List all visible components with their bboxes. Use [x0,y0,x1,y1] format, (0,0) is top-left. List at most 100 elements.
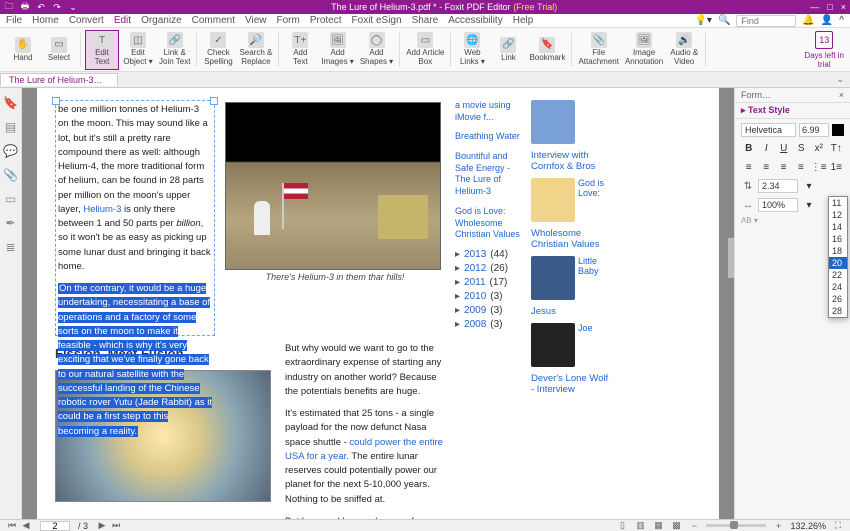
sidebar-link[interactable]: Bountiful and Safe Energy - The Lure of … [455,151,521,198]
first-page-button[interactable]: ⏮ [6,520,18,531]
line-spacing-input[interactable]: 2.34 [758,179,798,193]
thumbnail-row[interactable]: Joe [531,323,613,367]
thumbnail-row[interactable] [531,100,613,144]
ribbon-add-images-[interactable]: 🖼Add Images ▾ [319,30,355,70]
tabs-overflow-icon[interactable]: ⌄ [830,74,850,85]
fields-panel-icon[interactable]: ▭ [4,192,18,206]
menu-esign[interactable]: Foxit eSign [352,15,402,26]
bookmarks-panel-icon[interactable]: 🔖 [4,96,18,110]
window-minimize-icon[interactable]: — [810,2,819,12]
layout-continuous-icon[interactable]: ▥ [634,520,646,531]
font-size-option[interactable]: 12 [829,209,847,221]
archive-year-row[interactable]: ▸ 2013 (44) [455,249,521,260]
bold-button[interactable]: B [741,140,757,156]
ribbon-hand[interactable]: ✋Hand [6,30,40,70]
sidebar-link[interactable]: Breathing Water [455,131,521,143]
font-size-option[interactable]: 24 [829,281,847,293]
menu-file[interactable]: File [6,15,22,26]
qat-save-icon[interactable]: 🗀 [4,2,14,12]
user-icon[interactable]: 👤 [821,15,833,26]
align-right-button[interactable]: ≡ [776,159,791,175]
ribbon-add-article-box[interactable]: ▭Add Article Box [404,30,446,70]
document-viewport[interactable]: be one million tonnes of Helium-3 on the… [22,88,734,519]
menu-share[interactable]: Share [412,15,439,26]
font-size-option[interactable]: 22 [829,269,847,281]
layers-panel-icon[interactable]: ≣ [4,240,18,254]
bullet-list-button[interactable]: ⋮≡ [811,159,827,175]
scale-more-icon[interactable]: ▾ [801,197,817,213]
comments-panel-icon[interactable]: 💬 [4,144,18,158]
archive-year-row[interactable]: ▸ 2012 (26) [455,263,521,274]
menu-form[interactable]: Form [277,15,300,26]
layout-facing-icon[interactable]: ▦ [652,520,664,531]
number-list-button[interactable]: 1≡ [829,159,844,175]
ribbon-collapse-icon[interactable]: ^ [839,15,844,26]
next-page-button[interactable]: ▶ [96,520,108,531]
font-color-swatch[interactable] [832,124,844,136]
pages-panel-icon[interactable]: ▤ [4,120,18,134]
archive-year-row[interactable]: ▸ 2011 (17) [455,277,521,288]
signatures-panel-icon[interactable]: ✒ [4,216,18,230]
thumbnail-row[interactable]: God is Love: [531,178,613,222]
qat-more-icon[interactable]: ⌄ [68,2,78,12]
ribbon-link-join-text[interactable]: 🔗Link & Join Text [157,30,192,70]
qat-print-icon[interactable]: 🖶 [20,2,30,12]
ribbon-search-replace[interactable]: 🔎Search & Replace [237,30,274,70]
qat-undo-icon[interactable]: ↶ [36,2,46,12]
zoom-level-label[interactable]: 132.26% [790,521,826,531]
trial-countdown[interactable]: 13 Days left in trial [804,31,844,69]
inline-link[interactable]: Helium-3 [83,204,121,215]
layout-single-icon[interactable]: ▯ [616,520,628,531]
zoom-out-button[interactable]: − [688,521,700,531]
thumbnail-caption[interactable]: Jesus [531,306,613,317]
zoom-slider[interactable] [706,524,766,527]
ribbon-check-spelling[interactable]: ✓Check Spelling [201,30,235,70]
notifications-icon[interactable]: 🔔 [802,15,814,26]
archive-year-row[interactable]: ▸ 2009 (3) [455,305,521,316]
menu-convert[interactable]: Convert [69,15,104,26]
fullscreen-button[interactable]: ⛶ [832,520,844,531]
qat-redo-icon[interactable]: ↷ [52,2,62,12]
font-size-input[interactable]: 6.99 [799,123,829,137]
ribbon-web-links-[interactable]: 🌐Web Links ▾ [455,30,489,70]
menu-view[interactable]: View [245,15,267,26]
body-paragraph[interactable]: be one million tonnes of Helium-3 on the… [58,103,212,274]
ribbon-file-attachment[interactable]: 📎File Attachment [576,30,620,70]
font-size-option[interactable]: 16 [829,233,847,245]
tell-me-icon[interactable]: 💡▾ [694,15,711,26]
window-close-icon[interactable]: × [841,2,846,12]
thumbnail-caption[interactable]: Dever's Lone Wolf - Interview [531,373,613,395]
last-page-button[interactable]: ⏭ [110,520,122,531]
menu-accessibility[interactable]: Accessibility [448,15,502,26]
font-size-option[interactable]: 18 [829,245,847,257]
italic-button[interactable]: I [759,140,775,156]
align-left-button[interactable]: ≡ [741,159,756,175]
font-size-option[interactable]: 20 [829,257,847,269]
thumbnail-caption[interactable]: Wholesome Christian Values [531,228,613,250]
font-size-dropdown[interactable]: 11121416182022242628 [828,196,848,318]
horizontal-scale-input[interactable]: 100% [758,198,798,212]
zoom-in-button[interactable]: + [772,521,784,531]
align-justify-button[interactable]: ≡ [793,159,808,175]
font-size-option[interactable]: 28 [829,305,847,317]
spacing-more-icon[interactable]: ▾ [801,178,817,194]
grow-font-button[interactable]: T↑ [829,140,845,156]
ribbon-link[interactable]: 🔗Link [491,30,525,70]
ribbon-audio-video[interactable]: 🔊Audio & Video [667,30,701,70]
layout-wrap-icon[interactable]: ▩ [670,520,682,531]
ribbon-bookmark[interactable]: 🔖Bookmark [527,30,567,70]
archive-year-row[interactable]: ▸ 2010 (3) [455,291,521,302]
thumbnail-row[interactable]: Little Baby [531,256,613,300]
font-size-option[interactable]: 14 [829,221,847,233]
ribbon-image-annotation[interactable]: 🖼Image Annotation [623,30,665,70]
menu-protect[interactable]: Protect [310,15,342,26]
thumbnail-caption[interactable]: Interview with Cornfox & Bros [531,150,613,172]
page-number-input[interactable] [40,521,70,531]
ribbon-add-text[interactable]: T+Add Text [283,30,317,70]
attachments-panel-icon[interactable]: 📎 [4,168,18,182]
ribbon-select[interactable]: ▭Select [42,30,76,70]
font-size-option[interactable]: 11 [829,197,847,209]
sidebar-link[interactable]: God is Love: Wholesome Christian Values [455,206,521,241]
superscript-button[interactable]: x² [811,140,827,156]
text-edit-frame[interactable]: be one million tonnes of Helium-3 on the… [55,100,215,336]
